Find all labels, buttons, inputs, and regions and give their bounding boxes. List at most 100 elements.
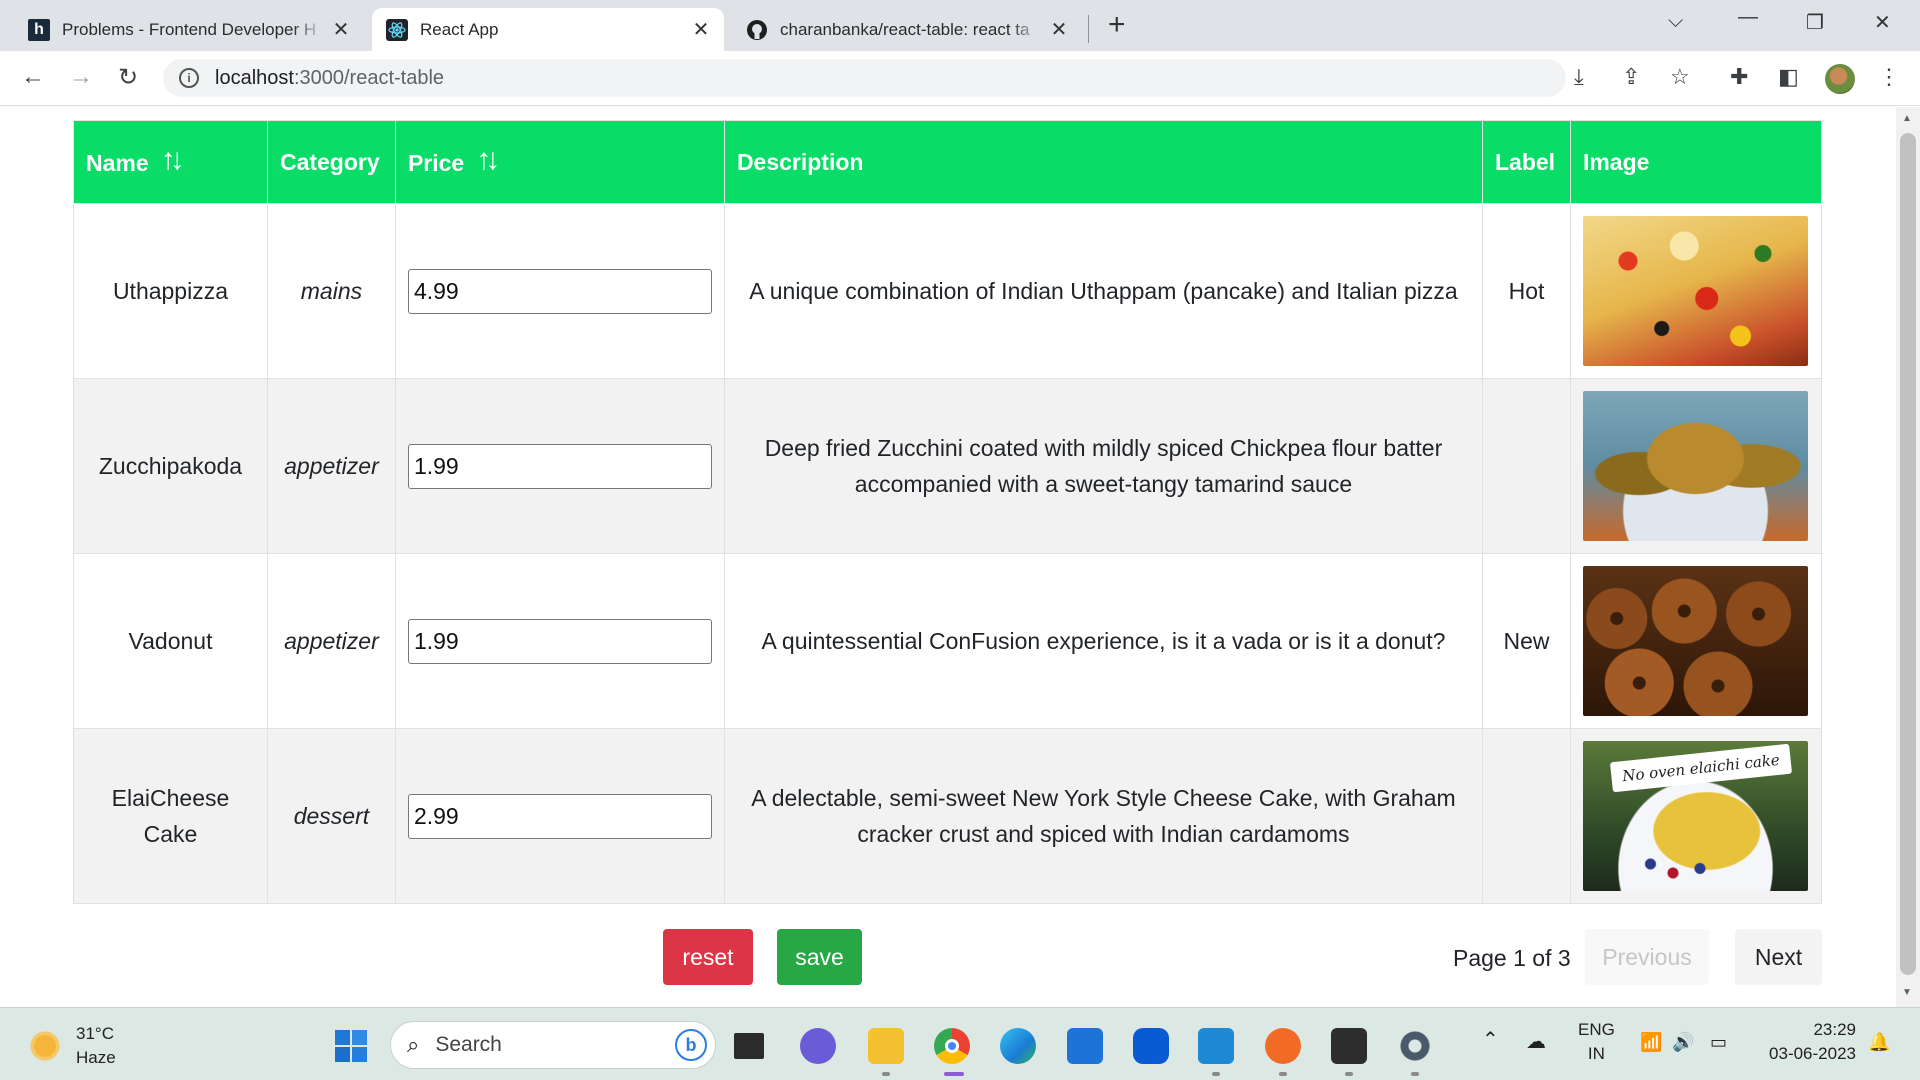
scroll-down-icon[interactable]: ▼ (1902, 987, 1912, 998)
restore-icon[interactable]: ❐ (1806, 10, 1824, 35)
file-explorer-icon[interactable] (868, 1028, 904, 1064)
tab-github[interactable]: charanbanka/react-table: react ta ✕ (732, 8, 1082, 51)
site-info-icon[interactable]: i (179, 68, 199, 88)
header-label: Label (1481, 120, 1571, 204)
task-view-icon[interactable] (734, 1033, 764, 1059)
table-header-row: Name ↑↓ Category Price ↑↓ Description Labe… (73, 120, 1823, 204)
price-input[interactable] (407, 443, 712, 489)
back-icon[interactable]: ← (18, 63, 48, 91)
weather-widget[interactable]: 31°C Haze (28, 1022, 116, 1070)
table-row: ElaiCheese Cake dessert A delectable, se… (73, 728, 1823, 904)
tab-separator (1088, 15, 1089, 43)
share-icon[interactable]: ⇪ (1622, 64, 1640, 90)
image-caption: No oven elaichi cake (1610, 743, 1793, 793)
tab-search-chevron-icon[interactable]: ⌵ (1668, 10, 1683, 33)
side-panel-icon[interactable]: ◧ (1778, 64, 1799, 90)
address-bar[interactable]: i localhost:3000/react-table (163, 59, 1566, 97)
scrollbar-thumb[interactable] (1900, 133, 1916, 975)
cell-description: Deep fried Zucchini coated with mildly s… (723, 378, 1483, 554)
chrome-icon[interactable] (934, 1028, 970, 1064)
window-close-icon[interactable]: ✕ (1874, 10, 1891, 35)
mail-icon[interactable] (1067, 1028, 1103, 1064)
header-image: Image (1569, 120, 1823, 204)
bookmark-star-icon[interactable]: ☆ (1670, 64, 1690, 90)
notifications-icon[interactable]: 🔔 (1868, 1030, 1890, 1054)
page-content: Name ↑↓ Category Price ↑↓ Description Labe… (0, 107, 1896, 1007)
cell-price (394, 203, 725, 379)
install-app-icon[interactable]: ⤓ (1574, 64, 1584, 90)
close-tab-icon[interactable]: ✕ (330, 17, 352, 42)
save-button[interactable]: save (777, 929, 862, 985)
url-path: :3000/react-table (293, 66, 445, 89)
onedrive-cloud-icon[interactable]: ☁ (1526, 1030, 1546, 1054)
header-price[interactable]: Price ↑↓ (394, 120, 725, 204)
wifi-icon[interactable]: 📶 (1640, 1030, 1662, 1054)
tab-react-app[interactable]: React App ✕ (372, 8, 724, 51)
price-input[interactable] (407, 268, 712, 314)
remote-app-icon[interactable] (1133, 1028, 1169, 1064)
forward-icon[interactable]: → (66, 63, 96, 91)
sort-icon[interactable]: ↑↓ (161, 143, 185, 176)
github-favicon-icon (746, 19, 768, 41)
taskbar-search[interactable]: ⌕ Search b (390, 1021, 716, 1069)
extensions-puzzle-icon[interactable]: ✚ (1730, 64, 1748, 90)
sort-icon[interactable]: ↑↓ (476, 143, 500, 176)
weather-condition: Haze (76, 1048, 116, 1067)
price-input[interactable] (407, 793, 712, 839)
price-input[interactable] (407, 618, 712, 664)
header-name[interactable]: Name ↑↓ (73, 120, 268, 204)
clock-time: 23:29 (1813, 1020, 1856, 1039)
vadonut-image (1583, 566, 1809, 716)
elaicheese-cake-image: No oven elaichi cake (1583, 741, 1809, 891)
profile-avatar[interactable] (1825, 64, 1855, 94)
cell-image (1569, 378, 1823, 554)
previous-button[interactable]: Previous (1585, 929, 1709, 985)
cell-category: dessert (266, 728, 396, 904)
minimize-icon[interactable]: — (1738, 6, 1758, 29)
header-description-label: Description (736, 148, 864, 175)
postman-icon[interactable] (1265, 1028, 1301, 1064)
cell-price (394, 553, 725, 729)
tray-overflow-chevron-icon[interactable]: ⌃ (1482, 1028, 1499, 1052)
close-tab-icon[interactable]: ✕ (1048, 17, 1070, 42)
terminal-icon[interactable] (1331, 1028, 1367, 1064)
running-indicator (1411, 1072, 1419, 1076)
reload-icon[interactable]: ↻ (113, 63, 143, 92)
header-name-label: Name (86, 150, 149, 176)
language-indicator[interactable]: ENG IN (1578, 1018, 1615, 1066)
menu-kebab-icon[interactable]: ⋮ (1878, 64, 1900, 90)
cell-description: A quintessential ConFusion experience, i… (723, 553, 1483, 729)
tab-title: React App (420, 19, 499, 39)
table-row: Zucchipakoda appetizer Deep fried Zucchi… (73, 378, 1823, 554)
header-price-label: Price (407, 150, 465, 176)
new-tab-icon[interactable]: + (1108, 10, 1126, 40)
teams-chat-icon[interactable] (800, 1028, 836, 1064)
clock[interactable]: 23:29 03-06-2023 (1756, 1018, 1856, 1066)
volume-icon[interactable]: 🔊 (1672, 1030, 1694, 1054)
reset-button[interactable]: reset (663, 929, 753, 985)
page-scrollbar[interactable]: ▲ ▼ (1896, 107, 1920, 1007)
close-tab-icon[interactable]: ✕ (690, 17, 712, 42)
browser-toolbar: ← → ↻ i localhost:3000/react-table ⤓ ⇪ ☆… (0, 51, 1920, 106)
table-row: Vadonut appetizer A quintessential ConFu… (73, 553, 1823, 729)
windows-start-icon[interactable] (333, 1028, 369, 1064)
tab-problems[interactable]: h Problems - Frontend Developer H ✕ (14, 8, 364, 51)
haze-weather-icon (28, 1029, 62, 1063)
cell-price (394, 728, 725, 904)
cell-description: A delectable, semi-sweet New York Style … (723, 728, 1483, 904)
next-button[interactable]: Next (1735, 929, 1822, 985)
cell-name: Zucchipakoda (73, 378, 268, 554)
scroll-up-icon[interactable]: ▲ (1902, 113, 1912, 124)
region-code: IN (1587, 1044, 1605, 1063)
vscode-icon[interactable] (1198, 1028, 1234, 1064)
page-indicator: Page 1 of 3 (1453, 945, 1571, 971)
temperature: 31°C (76, 1024, 114, 1043)
edge-icon[interactable] (1000, 1028, 1036, 1064)
cell-name: Uthappizza (73, 203, 268, 379)
hackerrank-favicon-icon: h (28, 18, 50, 41)
battery-icon[interactable]: ▭ (1710, 1030, 1727, 1054)
bing-icon[interactable]: b (675, 1029, 707, 1061)
settings-gear-icon[interactable] (1397, 1028, 1433, 1064)
header-category: Category (266, 120, 396, 204)
running-indicator (1279, 1072, 1287, 1076)
